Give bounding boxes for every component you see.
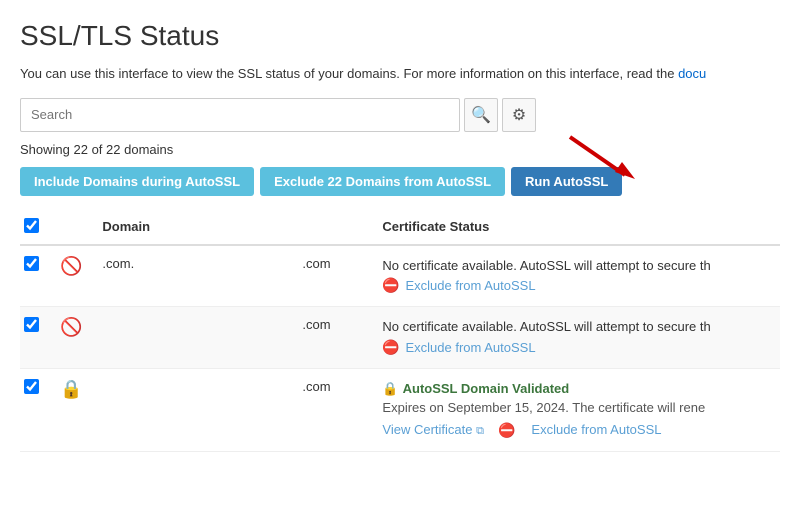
domain-cell	[92, 307, 292, 369]
exclude-domains-button[interactable]: Exclude 22 Domains from AutoSSL	[260, 167, 505, 196]
exclude-icon: ⛔	[498, 420, 515, 441]
search-button[interactable]: 🔍	[464, 98, 498, 132]
select-all-header	[20, 210, 50, 245]
status-icon-cell: 🔒	[50, 368, 92, 451]
row-checkbox-cell	[20, 307, 50, 369]
row-checkbox[interactable]	[24, 379, 39, 394]
view-certificate-link[interactable]: View Certificate ⧉	[382, 420, 484, 440]
row-checkbox-cell	[20, 368, 50, 451]
status-icon-cell: 🚫	[50, 307, 92, 369]
exclude-from-autossl-link[interactable]: Exclude from AutoSSL	[405, 278, 535, 293]
doc-link[interactable]: docu	[678, 66, 706, 81]
table-row: 🚫 .com No certificate available. AutoSSL…	[20, 307, 780, 369]
page-description: You can use this interface to view the S…	[20, 64, 780, 84]
domain-header: Domain	[92, 210, 292, 245]
external-link-icon: ⧉	[476, 425, 484, 437]
cert-status-cell: No certificate available. AutoSSL will a…	[372, 307, 780, 369]
cert-actions: ⛔ Exclude from AutoSSL	[382, 337, 770, 358]
exclude-icon: ⛔	[382, 339, 399, 355]
cert-status-header: Certificate Status	[372, 210, 780, 245]
domain-type-cell: .com	[292, 245, 372, 307]
validated-icon: 🔒	[60, 379, 82, 399]
showing-text: Showing 22 of 22 domains	[20, 142, 780, 157]
exclude-from-autossl-link[interactable]: Exclude from AutoSSL	[405, 340, 535, 355]
cert-status-text: No certificate available. AutoSSL will a…	[382, 256, 770, 276]
domain-cell: .com.	[92, 245, 292, 307]
page-title: SSL/TLS Status	[20, 20, 780, 52]
cert-actions: ⛔ Exclude from AutoSSL	[382, 275, 770, 296]
domain-type-cell: .com	[292, 307, 372, 369]
cert-links: View Certificate ⧉ ⛔ Exclude from AutoSS…	[382, 420, 770, 441]
table-row: 🚫 .com. .com No certificate available. A…	[20, 245, 780, 307]
cert-status-text: No certificate available. AutoSSL will a…	[382, 317, 770, 337]
lock-icon: 🔒	[382, 379, 398, 399]
no-cert-icon: 🚫	[60, 317, 82, 337]
status-icon-header	[50, 210, 92, 245]
table-row: 🔒 .com 🔒 AutoSSL Domain Validated Expire…	[20, 368, 780, 451]
search-bar: 🔍 ⚙	[20, 98, 780, 132]
red-arrow-icon	[560, 127, 640, 187]
exclude-from-autossl-link[interactable]: Exclude from AutoSSL	[531, 420, 661, 440]
expires-text: Expires on September 15, 2024. The certi…	[382, 398, 770, 418]
row-checkbox-cell	[20, 245, 50, 307]
row-checkbox[interactable]	[24, 317, 39, 332]
cert-status-cell: 🔒 AutoSSL Domain Validated Expires on Se…	[372, 368, 780, 451]
exclude-icon: ⛔	[382, 277, 399, 293]
type-header	[292, 210, 372, 245]
domains-table: Domain Certificate Status 🚫 .com. .com N…	[20, 210, 780, 452]
action-buttons: Include Domains during AutoSSL Exclude 2…	[20, 167, 780, 196]
cert-status-cell: No certificate available. AutoSSL will a…	[372, 245, 780, 307]
autossl-validated-text: 🔒 AutoSSL Domain Validated	[382, 379, 770, 399]
row-checkbox[interactable]	[24, 256, 39, 271]
settings-button[interactable]: ⚙	[502, 98, 536, 132]
include-domains-button[interactable]: Include Domains during AutoSSL	[20, 167, 254, 196]
domain-type-cell: .com	[292, 368, 372, 451]
select-all-checkbox[interactable]	[24, 218, 39, 233]
no-cert-icon: 🚫	[60, 256, 82, 276]
status-icon-cell: 🚫	[50, 245, 92, 307]
search-input[interactable]	[20, 98, 460, 132]
domain-cell	[92, 368, 292, 451]
